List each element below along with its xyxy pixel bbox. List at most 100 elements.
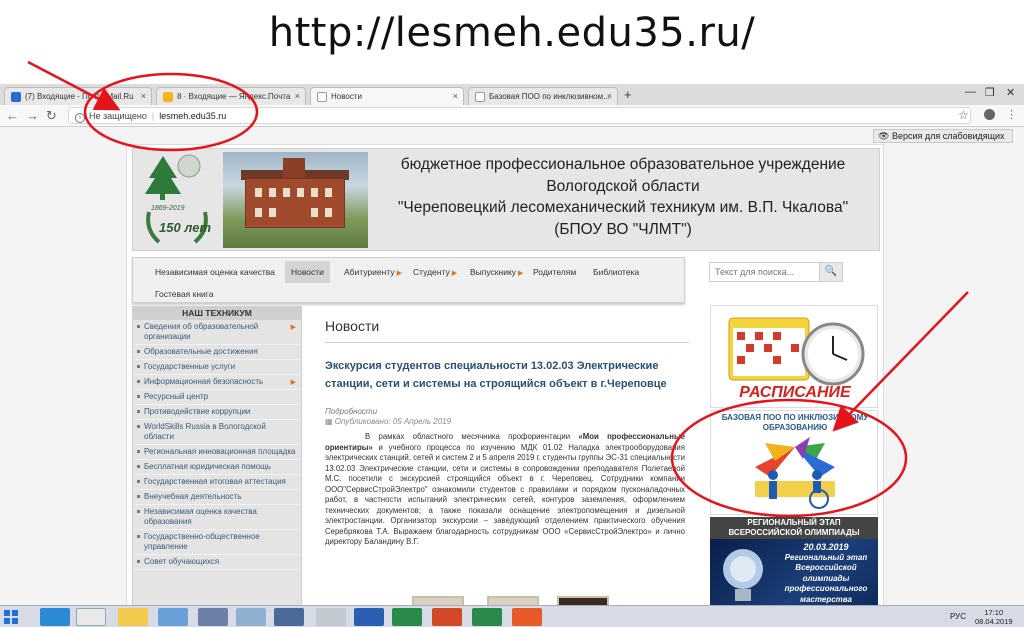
thumbnail[interactable]	[487, 596, 539, 605]
menu-icon[interactable]: ⋮	[1006, 108, 1017, 121]
sidebar-item[interactable]: Независимая оценка качества образования	[133, 505, 301, 530]
app-icon[interactable]	[316, 608, 346, 626]
olympiad-banner-title[interactable]: РЕГИОНАЛЬНЫЙ ЭТАП ВСЕРОССИЙСКОЙ ОЛИМПИАД…	[710, 517, 878, 539]
close-window-icon[interactable]: ✕	[1006, 86, 1015, 99]
read-more-link[interactable]: Подробности	[325, 407, 377, 416]
sidebar-item[interactable]: Государственные услуги	[133, 360, 301, 375]
search-icon: 🔍	[824, 266, 838, 277]
tab-close-icon[interactable]: ×	[453, 91, 458, 101]
nav-guestbook[interactable]: Гостевая книга	[155, 289, 213, 299]
app-icon[interactable]	[198, 608, 228, 626]
start-button[interactable]	[2, 608, 24, 626]
sidebar-item[interactable]: Бесплатная юридическая помощь	[133, 460, 301, 475]
college-logo[interactable]: 1869-2019 150 лет	[141, 152, 213, 247]
tab-label: Базовая ПОО по инклюзивном...	[489, 92, 610, 101]
tab-mail-ru[interactable]: (7) Входящие - Почта Mail.Ru ×	[4, 87, 152, 105]
search-button[interactable]: 🔍	[819, 262, 843, 282]
header-line: бюджетное профессиональное образовательн…	[400, 156, 846, 173]
header-line: Вологодской области	[546, 177, 700, 195]
word-icon[interactable]	[354, 608, 384, 626]
sidebar-item[interactable]: WorldSkills Russia в Вологодской области	[133, 420, 301, 445]
nav-library[interactable]: Библиотека	[593, 267, 639, 277]
main-nav: Независимая оценка качества Новости Абит…	[132, 257, 685, 303]
olympiad-text: 20.03.2019 Региональный этап Всероссийск…	[776, 542, 876, 605]
tab-news[interactable]: Новости ×	[310, 87, 464, 105]
arrow-right-icon: ▶	[290, 324, 296, 331]
powerpoint-icon[interactable]	[432, 608, 462, 626]
tab-label: Новости	[331, 92, 362, 101]
sidebar-item[interactable]: Сведения об образовательной организации ▶	[133, 320, 301, 345]
minimize-icon[interactable]: —	[965, 86, 976, 98]
new-tab-button[interactable]: +	[624, 87, 632, 102]
schedule-banner[interactable]: РАСПИСАНИЕ	[710, 305, 878, 408]
system-clock[interactable]: 17:10 08.04.2019	[975, 608, 1013, 626]
olympiad-date: 20.03.2019	[803, 542, 849, 552]
slide: http://lesmeh.edu35.ru/ (7) Входящие - П…	[0, 0, 1024, 627]
maximize-icon[interactable]: ❐	[985, 86, 995, 99]
thumbnail[interactable]	[412, 596, 464, 605]
sidebar-item[interactable]: Совет обучающихся	[133, 555, 301, 570]
eye-icon: 👁	[878, 131, 890, 141]
logo-years: 1869-2019	[151, 205, 185, 212]
article-body: В рамках областного месячника профориент…	[325, 432, 685, 546]
page-title: Новости	[325, 318, 380, 334]
sidebar-item[interactable]: Ресурсный центр	[133, 390, 301, 405]
header-line: (БПОУ ВО "ЧЛМТ")	[554, 220, 692, 238]
low-vision-label: Версия для слабовидящих	[891, 131, 1005, 141]
back-icon[interactable]: ←	[6, 108, 19, 123]
chrome-icon[interactable]	[76, 608, 106, 626]
keyboard-language[interactable]: РУС	[950, 612, 966, 621]
thumbnail[interactable]	[557, 596, 609, 605]
excel-icon[interactable]	[392, 608, 422, 626]
page-viewport: 👁 Версия для слабовидящих 1869-2019 150 …	[0, 127, 1024, 605]
nav-applicant[interactable]: Абитуриенту ▶	[344, 267, 402, 277]
sidebar-item[interactable]: Образовательные достижения	[133, 345, 301, 360]
site-header: 1869-2019 150 лет бюджетное профессионал…	[132, 148, 880, 251]
sidebar-item[interactable]: Информационная безопасность ▶	[133, 375, 301, 390]
inclusive-education-banner[interactable]: БАЗОВАЯ ПОО ПО ИНКЛЮЗИВНОМУ ОБРАЗОВАНИЮ	[710, 410, 878, 515]
olympiad-banner[interactable]: 20.03.2019 Региональный этап Всероссийск…	[710, 539, 878, 605]
forward-icon[interactable]: →	[26, 108, 39, 123]
file-explorer-icon[interactable]	[118, 608, 148, 626]
nav-parents[interactable]: Родителям	[533, 267, 576, 277]
calculator-icon[interactable]	[472, 608, 502, 626]
sidebar-item[interactable]: Внеучебная деятельность	[133, 490, 301, 505]
article-title-link[interactable]: Экскурсия студентов специальности 13.02.…	[325, 357, 690, 393]
internet-explorer-icon[interactable]	[40, 608, 70, 626]
app-icon[interactable]	[236, 608, 266, 626]
publish-date: ▦ Опубликовано: 05 Апрель 2019	[325, 417, 452, 426]
institution-name: бюджетное профессиональное образовательн…	[373, 154, 873, 240]
sidebar-item[interactable]: Противодействие коррупции	[133, 405, 301, 420]
sidebar-item[interactable]: Государственно-общественное управление	[133, 530, 301, 555]
tab-label: 8 · Входящие — Яндекс.Почта	[177, 92, 291, 101]
info-icon[interactable]: i	[75, 113, 85, 123]
low-vision-version-button[interactable]: 👁 Версия для слабовидящих	[873, 129, 1013, 143]
network-icon[interactable]	[274, 608, 304, 626]
bookmark-star-icon[interactable]: ☆	[958, 108, 969, 122]
arrow-right-icon: ▶	[290, 379, 296, 386]
arrow-right-icon: ▶	[518, 270, 524, 277]
tab-close-icon[interactable]: ×	[141, 91, 146, 101]
app-icon[interactable]	[512, 608, 542, 626]
mail-ru-icon	[11, 92, 21, 102]
media-player-icon[interactable]	[158, 608, 188, 626]
nav-quality-assessment[interactable]: Независимая оценка качества	[155, 267, 275, 277]
schedule-label: РАСПИСАНИЕ	[739, 384, 851, 401]
url-field[interactable]: i Не защищено | lesmeh.edu35.ru	[68, 107, 971, 124]
yandex-mail-icon	[163, 92, 173, 102]
reload-icon[interactable]: ↻	[46, 108, 57, 124]
tab-label: (7) Входящие - Почта Mail.Ru	[25, 92, 134, 101]
tab-close-icon[interactable]: ×	[295, 91, 300, 101]
site-container: 1869-2019 150 лет бюджетное профессионал…	[126, 144, 884, 605]
nav-graduate[interactable]: Выпускнику ▶	[470, 267, 523, 277]
security-label: Не защищено	[89, 111, 147, 121]
nav-student[interactable]: Студенту ▶	[413, 267, 457, 277]
tab-close-icon[interactable]: ×	[607, 91, 612, 101]
tab-yandex-mail[interactable]: 8 · Входящие — Яндекс.Почта ×	[156, 87, 306, 105]
sidebar-item[interactable]: Государственная итоговая аттестация	[133, 475, 301, 490]
tab-inclusive[interactable]: Базовая ПОО по инклюзивном... ×	[468, 87, 618, 105]
nav-news[interactable]: Новости	[285, 261, 330, 283]
profile-icon[interactable]	[984, 109, 995, 120]
calendar-icon: ▦	[325, 417, 335, 426]
sidebar-item[interactable]: Региональная инновационная площадка	[133, 445, 301, 460]
